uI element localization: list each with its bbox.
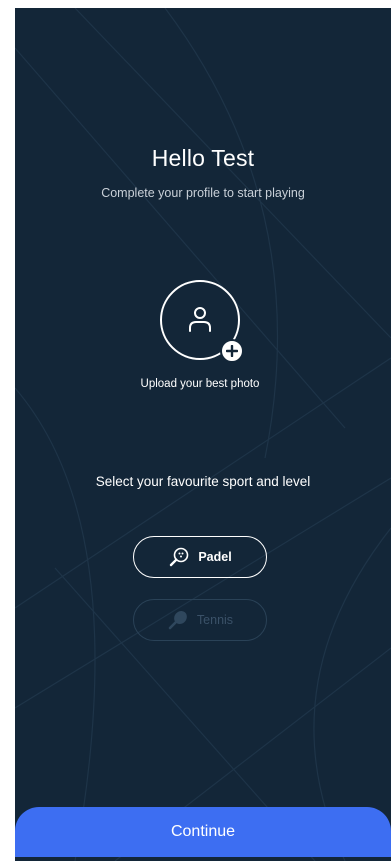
sport-select-heading: Select your favourite sport and level <box>95 474 311 489</box>
tennis-racket-icon <box>168 611 187 630</box>
upload-photo-label: Upload your best photo <box>140 378 260 390</box>
sport-option-label: Tennis <box>196 613 234 627</box>
sport-option-padel[interactable]: Padel <box>133 536 267 578</box>
continue-button-label: Continue <box>170 823 236 840</box>
profile-setup-screen: Hello Test Complete your profile to star… <box>15 8 391 861</box>
sport-option-label: Padel <box>198 550 232 564</box>
plus-icon <box>226 345 238 357</box>
continue-button[interactable]: Continue <box>15 807 391 857</box>
add-photo-badge[interactable] <box>220 339 244 363</box>
court-lines-background <box>15 8 391 861</box>
sport-option-tennis[interactable]: Tennis <box>133 599 267 641</box>
user-icon <box>189 307 211 332</box>
padel-racket-icon <box>170 547 189 567</box>
greeting-title: Hello Test <box>151 145 255 171</box>
greeting-subtitle: Complete your profile to start playing <box>101 186 305 200</box>
